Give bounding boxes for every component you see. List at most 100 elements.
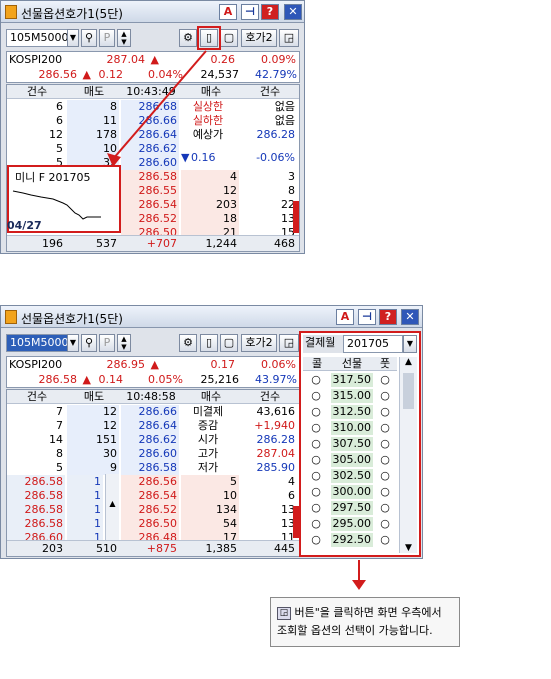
bid-price[interactable]: 286.52 [121, 212, 179, 226]
bid-price[interactable]: 286.52 [121, 503, 179, 517]
spin-icon[interactable]: ▲ ▼ [117, 334, 131, 352]
spin-icon[interactable]: ▲ ▼ [117, 29, 131, 47]
ask-qty[interactable]: 151 [67, 433, 119, 447]
p-icon[interactable]: P [99, 334, 115, 352]
call-radio[interactable]: ○ [305, 485, 327, 499]
pin-icon[interactable]: ⊣ [241, 4, 259, 20]
scroll-thumb[interactable] [403, 373, 414, 409]
tick-scroll[interactable]: ▲ [105, 474, 119, 540]
put-radio[interactable]: ○ [375, 469, 395, 483]
put-radio[interactable]: ○ [375, 437, 395, 451]
ask-price[interactable]: 286.68 [121, 100, 179, 114]
bid-qty[interactable]: 10 [181, 489, 239, 503]
put-radio[interactable]: ○ [375, 373, 395, 387]
book-icon[interactable]: ▯ [200, 334, 218, 352]
ask-qty[interactable]: 8 [67, 100, 119, 114]
code-dropdown[interactable]: ▼ [67, 29, 79, 47]
search-icon[interactable]: ⚲ [81, 334, 97, 352]
strike-price[interactable]: 312.50 [331, 405, 373, 419]
scroll-up-icon[interactable]: ▲ [400, 357, 417, 371]
close-icon[interactable]: ✕ [401, 309, 419, 325]
ask-qty[interactable]: 12 [67, 405, 119, 419]
bid-price[interactable]: 286.58 [121, 170, 179, 184]
code-dropdown[interactable]: ▼ [67, 334, 79, 352]
bid-price[interactable]: 286.54 [121, 198, 179, 212]
ask-qty[interactable]: 178 [67, 128, 119, 142]
bid-qty[interactable]: 203 [181, 198, 239, 212]
ask-qty[interactable]: 9 [67, 461, 119, 475]
strike-price[interactable]: 307.50 [331, 437, 373, 451]
bid-price[interactable]: 286.54 [121, 489, 179, 503]
ask-qty[interactable]: 30 [67, 447, 119, 461]
code-input[interactable]: 105M5000 [6, 29, 68, 47]
pin-icon[interactable]: ⊣ [358, 309, 376, 325]
ask-price[interactable]: 286.62 [121, 433, 179, 447]
call-radio[interactable]: ○ [305, 437, 327, 451]
gear-icon[interactable]: ⚙ [179, 29, 197, 47]
strike-price[interactable]: 317.50 [331, 373, 373, 387]
bid-price[interactable]: 286.55 [121, 184, 179, 198]
scroll-down-icon[interactable]: ▼ [400, 543, 417, 553]
a-icon[interactable]: A [336, 309, 354, 325]
code-input[interactable]: 105M5000 [6, 334, 68, 352]
bid-qty[interactable]: 4 [181, 170, 239, 184]
hoga2-button[interactable]: 호가2 [241, 334, 277, 352]
put-radio[interactable]: ○ [375, 421, 395, 435]
bid-qty[interactable]: 12 [181, 184, 239, 198]
strike-price[interactable]: 300.00 [331, 485, 373, 499]
bid-qty[interactable]: 134 [181, 503, 239, 517]
close-icon[interactable]: ✕ [284, 4, 302, 20]
scroll-bar-indicator[interactable] [293, 201, 299, 233]
ask-price[interactable]: 286.62 [121, 142, 179, 156]
strike-price[interactable]: 310.00 [331, 421, 373, 435]
a-icon[interactable]: A [219, 4, 237, 20]
call-radio[interactable]: ○ [305, 373, 327, 387]
put-radio[interactable]: ○ [375, 517, 395, 531]
settle-month-select[interactable]: 201705 [343, 335, 403, 353]
ask-price[interactable]: 286.60 [121, 156, 179, 170]
call-radio[interactable]: ○ [305, 389, 327, 403]
put-radio[interactable]: ○ [375, 405, 395, 419]
bid-price[interactable]: 286.56 [121, 475, 179, 489]
strike-price[interactable]: 302.50 [331, 469, 373, 483]
ask-qty[interactable]: 10 [67, 142, 119, 156]
ask-price[interactable]: 286.64 [121, 128, 179, 142]
help-icon[interactable]: ? [261, 4, 279, 20]
hoga2-button[interactable]: 호가2 [241, 29, 277, 47]
search-icon[interactable]: ⚲ [81, 29, 97, 47]
copy-icon[interactable]: ▢ [220, 29, 238, 47]
strike-price[interactable]: 292.50 [331, 533, 373, 547]
call-radio[interactable]: ○ [305, 421, 327, 435]
put-radio[interactable]: ○ [375, 533, 395, 547]
put-radio[interactable]: ○ [375, 485, 395, 499]
call-radio[interactable]: ○ [305, 453, 327, 467]
bid-price[interactable]: 286.50 [121, 517, 179, 531]
bid-qty[interactable]: 54 [181, 517, 239, 531]
option-panel-icon[interactable]: ◲ [279, 334, 299, 352]
put-radio[interactable]: ○ [375, 453, 395, 467]
p-icon[interactable]: P [99, 29, 115, 47]
call-radio[interactable]: ○ [305, 501, 327, 515]
strike-price[interactable]: 315.00 [331, 389, 373, 403]
ask-price[interactable]: 286.66 [121, 114, 179, 128]
ask-qty[interactable]: 12 [67, 419, 119, 433]
strike-price[interactable]: 295.00 [331, 517, 373, 531]
call-radio[interactable]: ○ [305, 469, 327, 483]
ask-qty[interactable]: 11 [67, 114, 119, 128]
ask-price[interactable]: 286.66 [121, 405, 179, 419]
ask-price[interactable]: 286.58 [121, 461, 179, 475]
help-icon[interactable]: ? [379, 309, 397, 325]
option-scrollbar[interactable]: ▲ ▼ [399, 357, 417, 553]
ask-price[interactable]: 286.60 [121, 447, 179, 461]
call-radio[interactable]: ○ [305, 533, 327, 547]
bid-qty[interactable]: 5 [181, 475, 239, 489]
gear-icon[interactable]: ⚙ [179, 334, 197, 352]
call-radio[interactable]: ○ [305, 405, 327, 419]
ask-price[interactable]: 286.64 [121, 419, 179, 433]
option-panel-icon[interactable]: ◲ [279, 29, 299, 47]
strike-price[interactable]: 305.00 [331, 453, 373, 467]
put-radio[interactable]: ○ [375, 389, 395, 403]
bid-qty[interactable]: 18 [181, 212, 239, 226]
call-radio[interactable]: ○ [305, 517, 327, 531]
chevron-down-icon[interactable]: ▼ [403, 335, 417, 353]
